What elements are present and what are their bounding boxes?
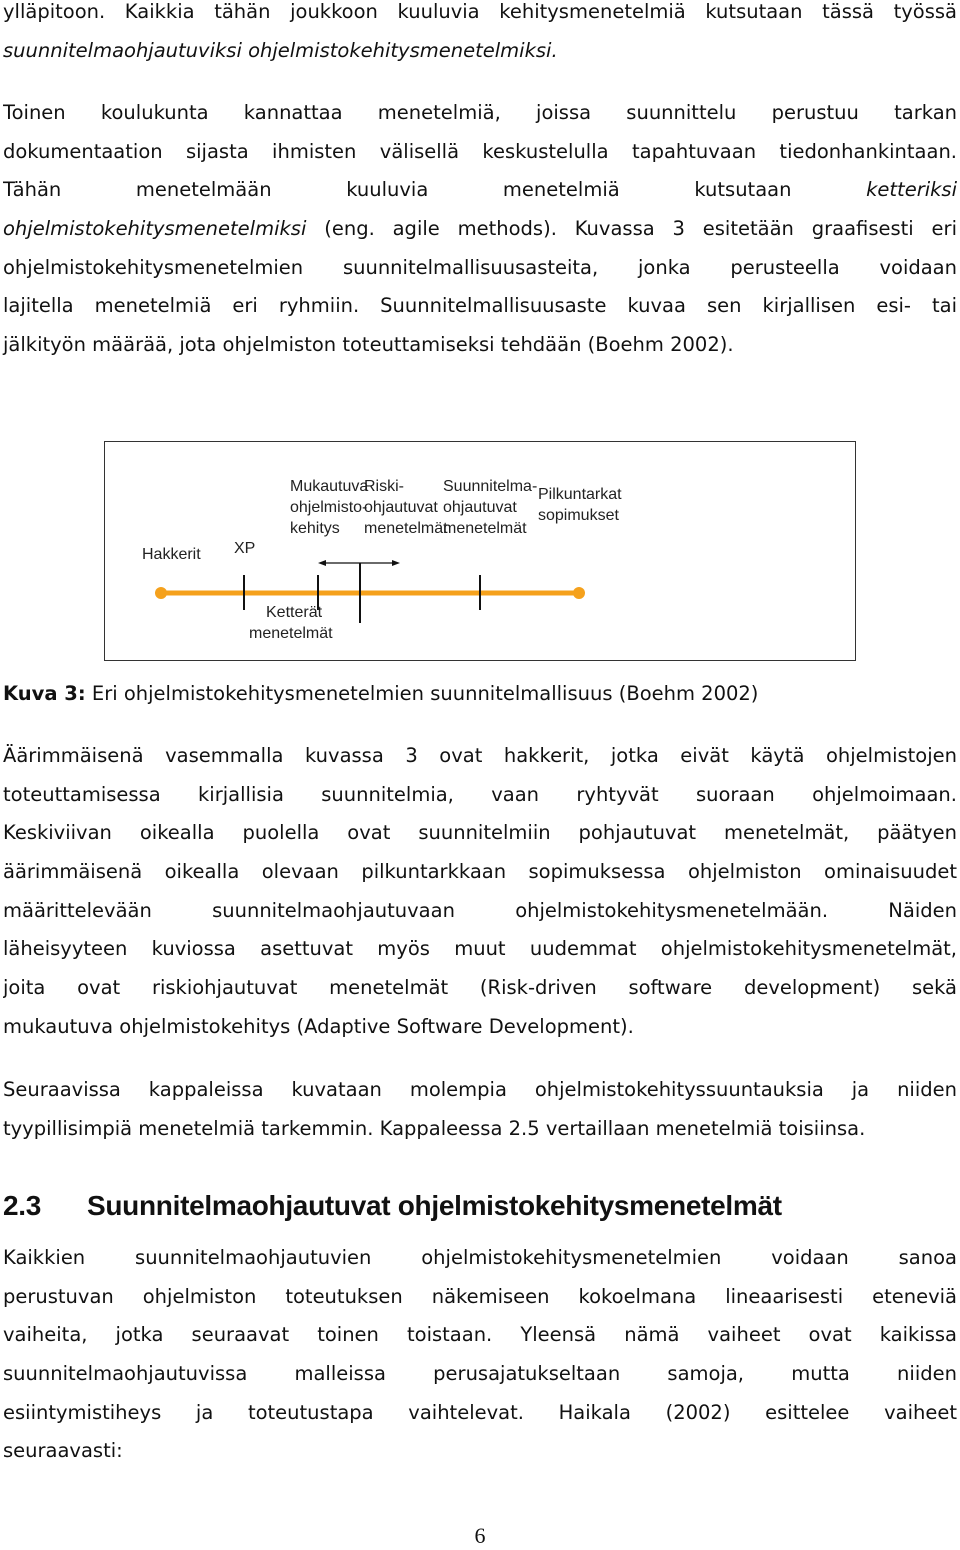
text-line: toteuttamisessa kirjallisia suunnitelmia… [3, 782, 957, 806]
label-line: Ketterät [266, 604, 323, 621]
text-line: suunnitelmaohjautuvissa malleissa perusa… [3, 1362, 957, 1386]
section-number: 2.3 [3, 1190, 42, 1221]
spectrum-diagram: Hakkerit XP Mukautuva ohjelmisto- kehity… [142, 478, 626, 642]
text-line: jälkityön määrää, jota ohjelmiston toteu… [3, 333, 734, 357]
text-span: Tähän menetelmään kuuluvia menetelmiä ku… [3, 178, 792, 202]
caption-text: Eri ohjelmistokehitysmenetelmien suunnit… [85, 682, 759, 705]
text-line: läheisyyteen kuviossa asettuvat myös muu… [3, 937, 957, 961]
arrow-right-icon [392, 560, 400, 566]
label-line: kehitys [290, 520, 340, 537]
label-line: menetelmät [364, 520, 448, 537]
text-span: (eng. agile methods). Kuvassa 3 esitetää… [306, 217, 957, 241]
text-line: ohjelmistokehitysmenetelmiksi (eng. agil… [3, 210, 957, 249]
italic-term: ketteriksi [866, 178, 957, 202]
italic-term: ohjelmistokehitysmenetelmiksi [3, 217, 307, 241]
text-line: Keskiviivan oikealla puolella ovat suunn… [3, 821, 957, 845]
figure-caption: Kuva 3: Eri ohjelmistokehitysmenetelmien… [3, 675, 758, 713]
text-line: määrittelevään suunnitelmaohjautuvaan oh… [3, 898, 957, 922]
section-heading: 2.3 Suunnitelmaohjautuvat ohjelmistokehit… [3, 1190, 782, 1222]
text-line-italic: suunnitelmaohjautuviksi ohjelmistokehity… [3, 32, 957, 71]
paragraph-plan-driven: Kaikkien suunnitelmaohjautuvien ohjelmis… [3, 1239, 957, 1471]
text-line: Toinen koulukunta kannattaa menetelmiä, … [3, 101, 957, 124]
label-hakkerit: Hakkerit [142, 546, 201, 563]
text-line: dokumentaation sijasta ihmisten välisell… [3, 139, 957, 163]
text-line: Tähän menetelmään kuuluvia menetelmiä ku… [3, 171, 957, 210]
label-line: Pilkuntarkat [538, 486, 622, 503]
arrow-left-icon [318, 560, 326, 566]
text-line: äärimmäisenä oikealla olevaan pilkuntark… [3, 860, 957, 884]
text-line: tyypillisimpiä menetelmiä tarkemmin. Kap… [3, 1116, 866, 1140]
text-line: mukautuva ohjelmistokehitys (Adaptive So… [3, 1014, 634, 1038]
axis-endpoint-left [155, 587, 167, 599]
paragraph-following: Seuraavissa kappaleissa kuvataan molempi… [3, 1071, 957, 1148]
text-line: Äärimmäisenä vasemmalla kuvassa 3 ovat h… [3, 744, 957, 767]
label-milestone-contracts: Pilkuntarkat sopimukset [538, 486, 626, 524]
section-title: Suunnitelmaohjautuvat ohjelmistokehitysm… [87, 1190, 782, 1221]
label-line: ohjautuvat [364, 499, 438, 516]
label-adaptive: Mukautuva ohjelmisto- kehitys [290, 478, 373, 537]
axis-endpoint-right [573, 587, 585, 599]
text-line: seuraavasti: [3, 1439, 123, 1463]
text-line: lajitella menetelmiä eri ryhmiin. Suunni… [3, 294, 957, 318]
paragraph-intro: ylläpitoon. Kaikkia tähän joukkoon kuulu… [3, 0, 957, 70]
label-risk-driven: Riski- ohjautuvat menetelmät [364, 478, 448, 537]
paragraph-agile: Toinen koulukunta kannattaa menetelmiä, … [3, 94, 957, 365]
label-agile-methods: Ketterät menetelmät [249, 604, 333, 642]
text-line: Kaikkien suunnitelmaohjautuvien ohjelmis… [3, 1246, 957, 1269]
caption-label: Kuva 3: [3, 682, 86, 705]
text-line: esiintymistiheys ja toteutustapa vaihtel… [3, 1400, 957, 1424]
label-line: Riski- [364, 478, 404, 495]
label-line: menetelmät [249, 625, 333, 642]
label-line: Mukautuva [290, 478, 368, 495]
text-line: ylläpitoon. Kaikkia tähän joukkoon kuulu… [3, 0, 957, 23]
label-plan-driven: Suunnitelma- ohjautuvat menetelmät [443, 478, 542, 537]
label-xp: XP [234, 540, 255, 557]
text-line: ohjelmistokehitysmenetelmien suunnitelma… [3, 255, 957, 279]
text-line: Seuraavissa kappaleissa kuvataan molempi… [3, 1078, 957, 1101]
figure-planning-spectrum: Hakkerit XP Mukautuva ohjelmisto- kehity… [104, 441, 856, 661]
text-line: joita ovat riskiohjautuvat menetelmät (R… [3, 976, 957, 1000]
label-line: Suunnitelma- [443, 478, 537, 495]
label-line: sopimukset [538, 507, 619, 524]
label-line: ohjautuvat [443, 499, 517, 516]
label-line: ohjelmisto- [290, 499, 367, 516]
text-line: perustuvan ohjelmiston toteutuksen näkem… [3, 1284, 957, 1308]
page-number: 6 [474, 1523, 486, 1548]
text-line: vaiheita, jotka seuraavat toinen toistaa… [3, 1323, 957, 1347]
italic-term: suunnitelmaohjautuviksi ohjelmistokehity… [3, 38, 558, 62]
paragraph-explanation: Äärimmäisenä vasemmalla kuvassa 3 ovat h… [3, 737, 957, 1047]
label-line: menetelmät [443, 520, 527, 537]
